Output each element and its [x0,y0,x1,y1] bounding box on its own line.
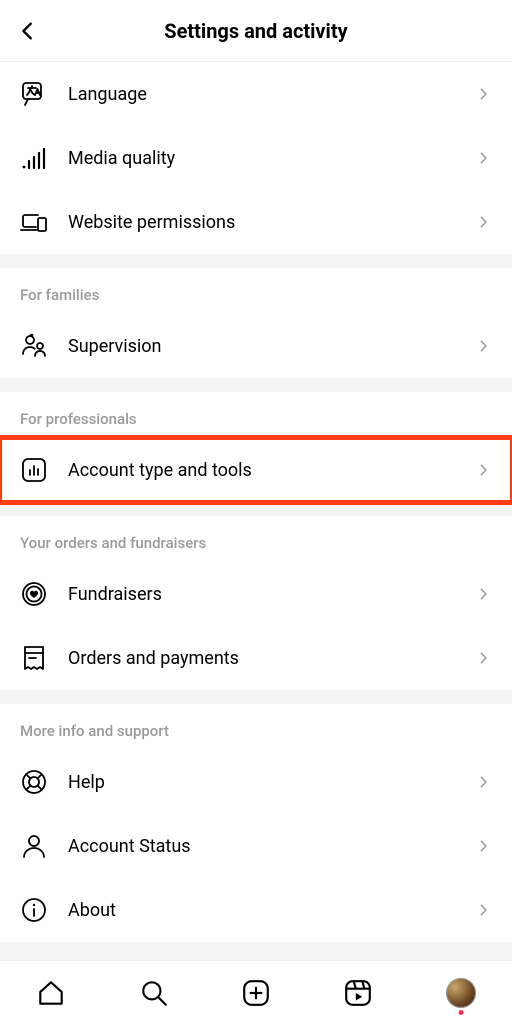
devices-icon [20,208,48,236]
chevron-right-icon [474,903,492,917]
nav-reels[interactable] [338,973,378,1013]
section-heading: For families [0,268,512,314]
section-orders: Your orders and fundraisers Fundraisers [0,516,512,690]
notification-dot [458,1010,463,1015]
row-label: Website permissions [68,212,474,233]
person-icon [20,832,48,860]
settings-screen: Settings and activity Language [0,0,512,1024]
search-icon [139,978,169,1008]
row-about[interactable]: About [0,878,512,942]
row-website-permissions[interactable]: Website permissions [0,190,512,254]
section-heading: For professionals [0,392,512,438]
row-label: Orders and payments [68,648,474,669]
home-icon [36,978,66,1008]
nav-search[interactable] [134,973,174,1013]
section-heading: More info and support [0,704,512,750]
info-circle-icon [20,896,48,924]
row-label: Help [68,772,474,793]
row-help[interactable]: Help [0,750,512,814]
row-label: Account Status [68,836,474,857]
nav-create[interactable] [236,973,276,1013]
chevron-right-icon [474,651,492,665]
section-heading: Your orders and fundraisers [0,516,512,562]
row-label: Fundraisers [68,584,474,605]
row-media-quality[interactable]: Media quality [0,126,512,190]
avatar-icon [446,978,476,1008]
section-more: More info and support Help [0,704,512,942]
content: Language Media quality [0,62,512,960]
chevron-right-icon [474,587,492,601]
chevron-right-icon [474,339,492,353]
nav-home[interactable] [31,973,71,1013]
row-label: Account type and tools [68,460,474,481]
row-orders-payments[interactable]: Orders and payments [0,626,512,690]
chevron-right-icon [474,775,492,789]
nav-profile[interactable] [441,973,481,1013]
section-families: For families Supervision [0,268,512,378]
bottom-nav [0,960,512,1024]
chevron-right-icon [474,215,492,229]
row-label: Language [68,84,474,105]
heart-circle-icon [20,580,48,608]
row-language[interactable]: Language [0,62,512,126]
language-icon [20,80,48,108]
row-label: About [68,900,474,921]
section-professionals: For professionals Account type and tools [0,392,512,502]
supervision-icon [20,332,48,360]
row-label: Media quality [68,148,474,169]
reels-icon [343,978,373,1008]
row-label: Supervision [68,336,474,357]
chevron-right-icon [474,151,492,165]
chart-square-icon [20,456,48,484]
section-general: Language Media quality [0,62,512,254]
receipt-icon [20,644,48,672]
row-supervision[interactable]: Supervision [0,314,512,378]
chevron-right-icon [474,839,492,853]
header: Settings and activity [0,0,512,62]
chevron-right-icon [474,463,492,477]
lifebuoy-icon [20,768,48,796]
row-account-type-tools[interactable]: Account type and tools [0,438,512,502]
plus-square-icon [241,978,271,1008]
row-fundraisers[interactable]: Fundraisers [0,562,512,626]
chevron-right-icon [474,87,492,101]
signal-bars-icon [20,144,48,172]
chevron-left-icon [17,20,39,42]
back-button[interactable] [8,0,48,61]
row-account-status[interactable]: Account Status [0,814,512,878]
page-title: Settings and activity [0,19,512,43]
